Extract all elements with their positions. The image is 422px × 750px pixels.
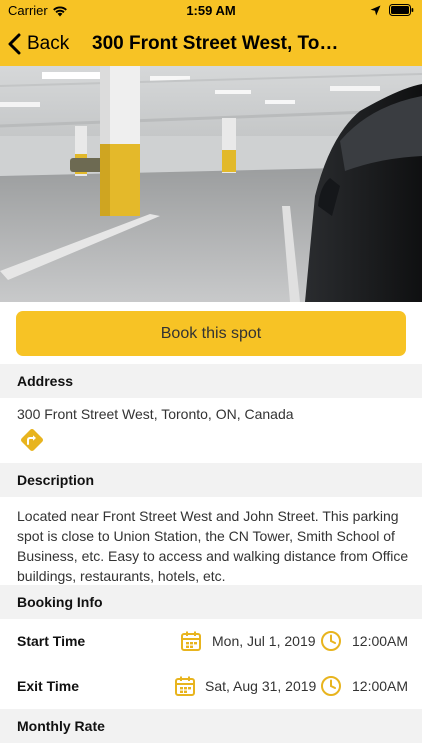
chevron-left-icon xyxy=(8,33,21,55)
wifi-icon xyxy=(52,5,67,16)
parking-photo xyxy=(0,66,422,302)
status-carrier: Carrier xyxy=(8,3,68,18)
start-time-label: Start Time xyxy=(17,633,86,649)
clock-icon[interactable] xyxy=(320,630,342,652)
calendar-icon[interactable] xyxy=(180,630,202,652)
clock-icon[interactable] xyxy=(320,675,342,697)
monthly-rate-header: Monthly Rate xyxy=(0,709,422,743)
book-spot-button[interactable]: Book this spot xyxy=(16,311,406,356)
location-arrow-icon xyxy=(370,5,381,15)
description-text: Located near Front Street West and John … xyxy=(17,508,409,584)
booking-info-header: Booking Info xyxy=(0,585,422,619)
battery-icon xyxy=(389,4,414,16)
start-time-value[interactable]: 12:00AM xyxy=(352,633,408,649)
navigation-bar: Back 300 Front Street West, Toro... xyxy=(0,22,422,66)
back-button[interactable]: Back xyxy=(8,29,69,59)
exit-time-value[interactable]: 12:00AM xyxy=(352,678,408,694)
status-right xyxy=(370,4,414,16)
exit-time-row: Exit Time Sat, Aug 31, 2019 12:00AM xyxy=(0,664,422,708)
start-time-row: Start Time Mon, Jul 1, 2019 12:00AM xyxy=(0,619,422,663)
description-header: Description xyxy=(0,463,422,497)
status-bar: Carrier 1:59 AM xyxy=(0,0,422,22)
address-value: 300 Front Street West, Toronto, ON, Cana… xyxy=(17,406,294,422)
exit-date-value[interactable]: Sat, Aug 31, 2019 xyxy=(205,678,316,694)
page-title: 300 Front Street West, Toro... xyxy=(92,33,342,54)
directions-icon[interactable] xyxy=(19,427,45,453)
address-header: Address xyxy=(0,364,422,398)
exit-time-label: Exit Time xyxy=(17,678,79,694)
carrier-label: Carrier xyxy=(8,3,48,18)
start-date-value[interactable]: Mon, Jul 1, 2019 xyxy=(212,633,316,649)
back-label: Back xyxy=(27,33,70,54)
calendar-icon[interactable] xyxy=(174,675,196,697)
